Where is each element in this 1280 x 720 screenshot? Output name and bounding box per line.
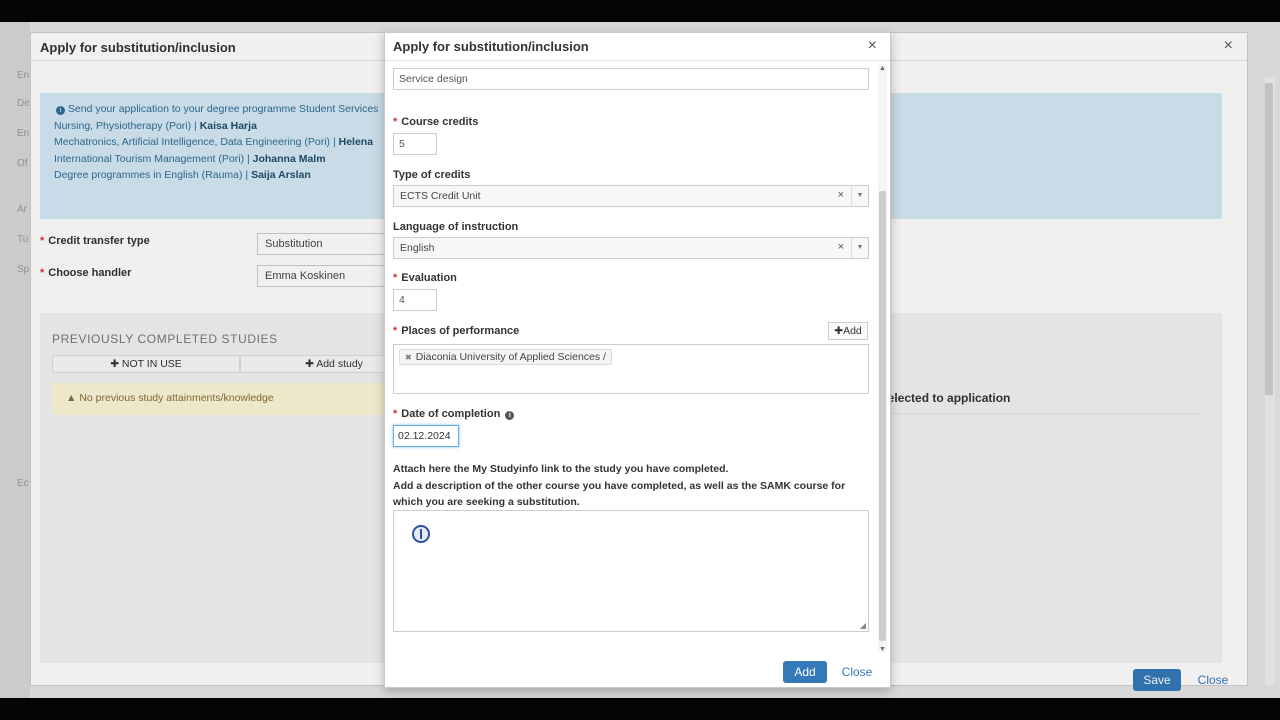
places-label: * Places of performance [393,325,520,337]
evaluation-label: * Evaluation [393,272,457,284]
modal-scrollbar[interactable]: ▲ ▼ [878,65,887,653]
chevron-down-icon[interactable]: ▼ [851,238,868,258]
course-credits-label: * Course credits [393,116,479,128]
plus-icon: ✚ [834,325,844,337]
course-credits-input[interactable]: 5 [393,133,437,155]
description-textarea[interactable]: ◢ [393,510,869,632]
info-icon[interactable]: i [505,411,515,420]
clear-icon[interactable]: × [838,189,844,201]
clear-icon[interactable]: × [838,241,844,253]
close-button[interactable]: Close [837,661,877,683]
modal-footer: Add Close [385,653,890,687]
language-label: Language of instruction [393,221,519,233]
add-place-button[interactable]: ✚Add [828,322,868,340]
date-label: * Date of completion i [393,408,515,420]
add-button[interactable]: Add [783,661,827,683]
scroll-down-icon[interactable]: ▼ [879,646,886,653]
modal-title: Apply for substitution/inclusion [393,39,589,54]
modal-header: Apply for substitution/inclusion × [385,33,890,61]
date-input[interactable]: 02.12.2024 [393,425,459,447]
course-name-input[interactable]: Service design [393,68,869,90]
close-icon[interactable]: × [868,37,877,55]
places-box[interactable]: ✖ Diaconia University of Applied Sciences… [393,344,869,394]
type-of-credits-label: Type of credits [393,169,471,181]
type-of-credits-select[interactable]: ECTS Credit Unit × ▼ [393,185,869,207]
substitution-modal: Apply for substitution/inclusion × Servi… [384,32,891,688]
scroll-up-icon[interactable]: ▲ [879,65,886,72]
resize-handle-icon[interactable]: ◢ [860,621,866,630]
remove-tag-icon[interactable]: ✖ [405,353,412,362]
language-select[interactable]: English × ▼ [393,237,869,259]
attach-instructions: Attach here the My Studyinfo link to the… [393,463,846,508]
text-cursor-icon [412,525,430,543]
modal-body: Service design * Course credits 5 Type of… [385,62,890,652]
place-tag[interactable]: ✖ Diaconia University of Applied Sciences… [399,349,612,365]
chevron-down-icon[interactable]: ▼ [851,186,868,206]
scroll-thumb[interactable] [879,191,886,641]
evaluation-input[interactable]: 4 [393,289,437,311]
